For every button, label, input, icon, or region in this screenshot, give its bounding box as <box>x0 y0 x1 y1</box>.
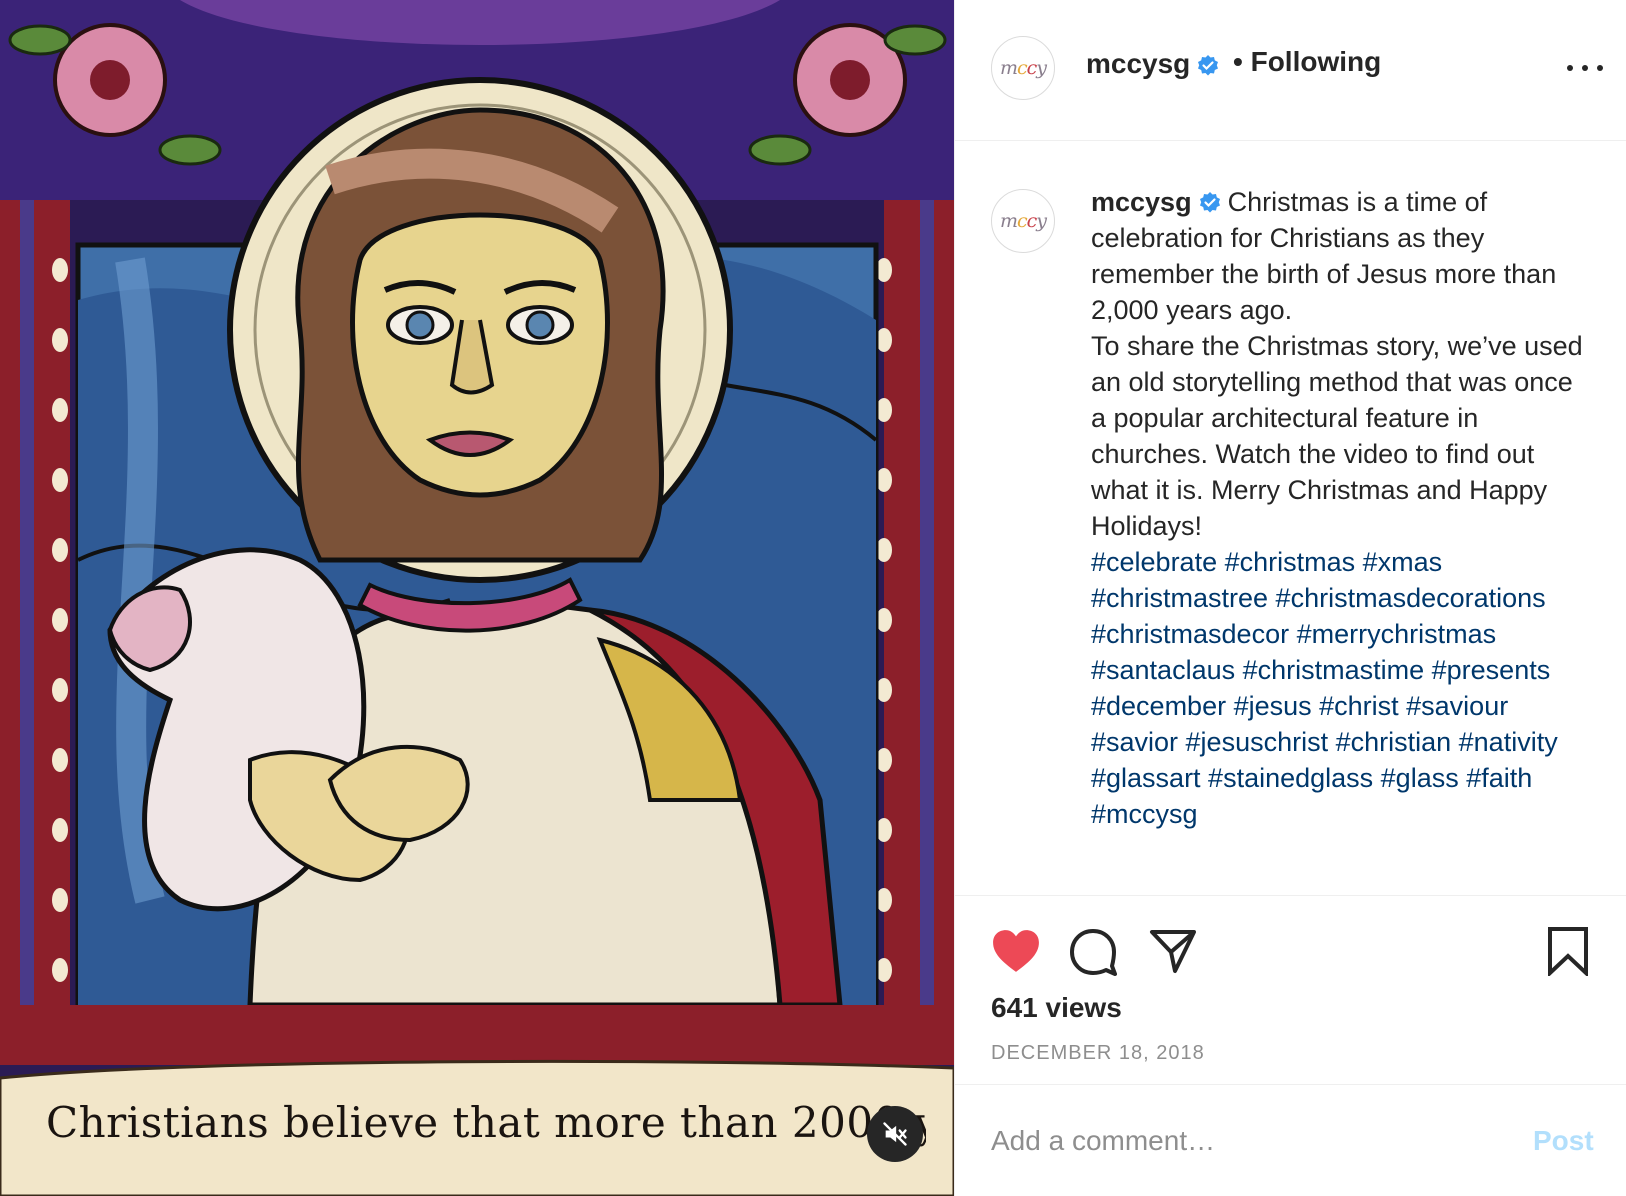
add-comment-bar: Post <box>955 1085 1626 1196</box>
caption-avatar[interactable]: mccy <box>991 189 1055 253</box>
mute-toggle-button[interactable] <box>867 1106 923 1162</box>
caption-comment: mccysg Christmas is a time of celebratio… <box>1091 184 1591 832</box>
post-header: mccy mccysg • Following <box>955 0 1626 141</box>
caption-text-line-2: To share the Christmas story, we’ve used… <box>1091 331 1583 541</box>
verified-badge-icon <box>1199 192 1220 213</box>
comment-icon[interactable] <box>1069 928 1117 976</box>
comments-section: mccy mccysg Christmas is a time of celeb… <box>955 141 1626 895</box>
post-date[interactable]: DECEMBER 18, 2018 <box>991 1042 1205 1065</box>
post-author-username[interactable]: mccysg <box>1086 48 1220 80</box>
bookmark-icon[interactable] <box>1547 926 1589 976</box>
avatar[interactable]: mccy <box>991 36 1055 100</box>
post-actions: 641 views DECEMBER 18, 2018 <box>955 895 1626 1085</box>
separator-dot: • <box>1233 46 1243 77</box>
view-count[interactable]: 641 views <box>991 992 1122 1024</box>
mccy-logo: mccy <box>999 57 1047 79</box>
post-details-panel: mccy mccysg • Following mccy mccysg Chri… <box>954 0 1626 1196</box>
more-options-icon[interactable] <box>1567 58 1603 78</box>
follow-status[interactable]: • Following <box>1233 46 1381 78</box>
caption-hashtags[interactable]: #celebrate #christmas #xmas #christmastr… <box>1091 544 1591 832</box>
video-subtitle: Christians believe that more than 2000 y… <box>46 1098 926 1147</box>
post-media-video[interactable]: Christians believe that more than 2000 y… <box>0 0 954 1196</box>
following-button[interactable]: Following <box>1251 46 1382 77</box>
speaker-muted-icon <box>883 1122 907 1146</box>
comment-input[interactable] <box>991 1121 1511 1161</box>
caption-username[interactable]: mccysg <box>1091 187 1192 217</box>
stained-glass-illustration <box>0 0 954 1196</box>
username-text[interactable]: mccysg <box>1086 48 1190 79</box>
mccy-logo: mccy <box>999 210 1047 232</box>
post-comment-button[interactable]: Post <box>1533 1125 1594 1157</box>
share-icon[interactable] <box>1149 928 1197 974</box>
heart-icon[interactable] <box>991 928 1041 974</box>
verified-badge-icon <box>1198 54 1219 76</box>
